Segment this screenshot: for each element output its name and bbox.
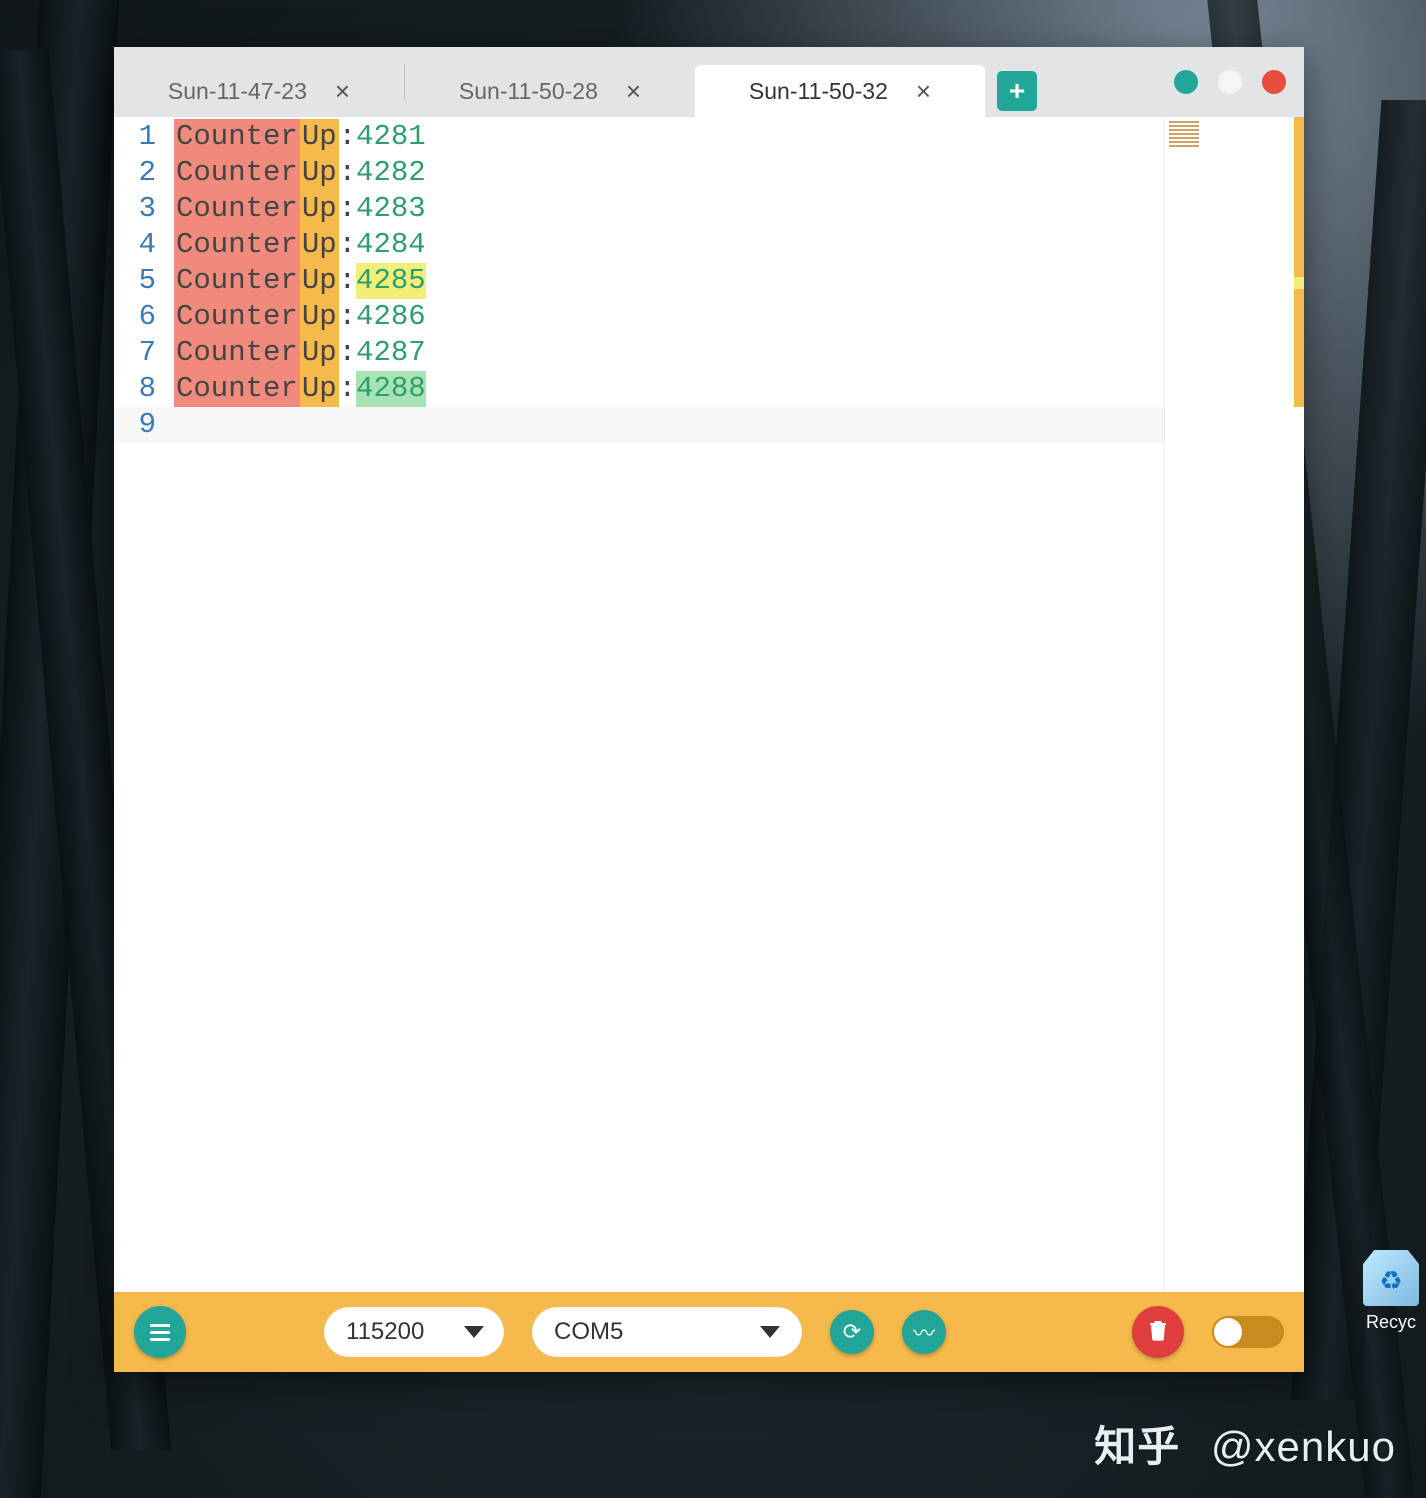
token-colon: : [339,191,356,227]
token-up: Up [300,371,339,407]
token-counter: Counter [174,155,300,191]
token-counter: Counter [174,299,300,335]
token-value: 4284 [356,227,426,263]
token-colon: : [339,155,356,191]
editor-area: 1Counter Up:42812Counter Up:42823Counter… [114,117,1304,1292]
zhihu-logo-text: 知乎 [1094,1413,1180,1474]
recycle-bin-desktop-icon[interactable]: ♻ Recyc [1356,1250,1426,1333]
token-colon: : [339,227,356,263]
hamburger-icon [150,1324,170,1341]
maximize-button[interactable] [1218,70,1242,94]
chevron-down-icon [760,1326,780,1338]
tab-0[interactable]: Sun-11-47-23 × [114,65,404,117]
token-value: 4282 [356,155,426,191]
line-number: 3 [114,191,174,227]
token-up: Up [300,191,339,227]
close-icon[interactable]: × [335,78,350,104]
minimap-scrollbar[interactable] [1294,117,1304,1292]
token-counter: Counter [174,119,300,155]
token-up: Up [300,227,339,263]
refresh-button[interactable]: ⟳ [830,1310,874,1354]
line-number: 9 [114,407,174,443]
code-line[interactable]: 1Counter Up:4281 [114,119,1164,155]
line-number: 6 [114,299,174,335]
code-line-current[interactable]: 9 [114,407,1164,443]
token-counter: Counter [174,263,300,299]
token-value: 4281 [356,119,426,155]
clear-button[interactable] [1132,1306,1184,1358]
code-pane[interactable]: 1Counter Up:42812Counter Up:42823Counter… [114,117,1164,1292]
close-icon[interactable]: × [916,78,931,104]
port-select[interactable]: COM5 [532,1307,802,1357]
line-number: 8 [114,371,174,407]
recycle-icon: ♻ [1363,1250,1419,1306]
serial-terminal-window: Sun-11-47-23 × Sun-11-50-28 × Sun-11-50-… [114,47,1304,1372]
token-counter: Counter [174,371,300,407]
baud-value: 115200 [346,1318,424,1346]
token-colon: : [339,299,356,335]
tab-label: Sun-11-50-28 [459,78,598,105]
add-tab-button[interactable]: + [997,71,1037,111]
token-value: 4285 [356,263,426,299]
token-value: 4286 [356,299,426,335]
token-counter: Counter [174,227,300,263]
minimap-scroll-range [1294,117,1304,407]
watermark-handle: @xenkuo [1211,1423,1396,1470]
minimize-button[interactable] [1174,70,1198,94]
token-up: Up [300,299,339,335]
bottom-toolbar: 115200 COM5 ⟳ 〰 [114,1292,1304,1372]
close-window-button[interactable] [1262,70,1286,94]
tab-label: Sun-11-50-32 [749,78,888,105]
tab-1[interactable]: Sun-11-50-28 × [405,65,695,117]
trash-icon [1148,1319,1168,1346]
titlebar[interactable]: Sun-11-47-23 × Sun-11-50-28 × Sun-11-50-… [114,47,1304,117]
chevron-down-icon [464,1326,484,1338]
token-up: Up [300,335,339,371]
code-line[interactable]: 7Counter Up:4287 [114,335,1164,371]
token-counter: Counter [174,335,300,371]
minimap-highlight-marker [1294,277,1304,289]
code-line[interactable]: 6Counter Up:4286 [114,299,1164,335]
token-value: 4283 [356,191,426,227]
watermark: 知乎 @xenkuo [1094,1413,1396,1474]
minimap-content-icon [1169,121,1199,147]
plus-icon: + [1009,75,1025,107]
line-number: 5 [114,263,174,299]
connect-button[interactable]: 〰 [902,1310,946,1354]
token-up: Up [300,263,339,299]
line-number: 2 [114,155,174,191]
window-controls [1174,70,1286,94]
line-number: 1 [114,119,174,155]
port-value: COM5 [554,1318,623,1346]
code-line[interactable]: 8Counter Up:4288 [114,371,1164,407]
token-value: 4287 [356,335,426,371]
autoscroll-toggle[interactable] [1212,1316,1284,1348]
tab-strip: Sun-11-47-23 × Sun-11-50-28 × Sun-11-50-… [114,47,1037,117]
code-line[interactable]: 2Counter Up:4282 [114,155,1164,191]
token-counter: Counter [174,191,300,227]
refresh-icon: ⟳ [843,1319,861,1345]
token-colon: : [339,263,356,299]
close-icon[interactable]: × [626,78,641,104]
minimap[interactable] [1164,117,1304,1292]
recycle-label: Recyc [1356,1312,1426,1333]
token-up: Up [300,155,339,191]
code-line[interactable]: 5Counter Up:4285 [114,263,1164,299]
toggle-knob [1214,1318,1242,1346]
token-colon: : [339,119,356,155]
line-number: 4 [114,227,174,263]
token-colon: : [339,335,356,371]
line-number: 7 [114,335,174,371]
token-up: Up [300,119,339,155]
wave-icon: 〰 [913,1316,935,1348]
baud-select[interactable]: 115200 [324,1307,504,1357]
token-colon: : [339,371,356,407]
tab-label: Sun-11-47-23 [168,78,307,105]
menu-button[interactable] [134,1306,186,1358]
code-line[interactable]: 4Counter Up:4284 [114,227,1164,263]
token-value: 4288 [356,371,426,407]
tab-2[interactable]: Sun-11-50-32 × [695,65,985,117]
code-line[interactable]: 3Counter Up:4283 [114,191,1164,227]
